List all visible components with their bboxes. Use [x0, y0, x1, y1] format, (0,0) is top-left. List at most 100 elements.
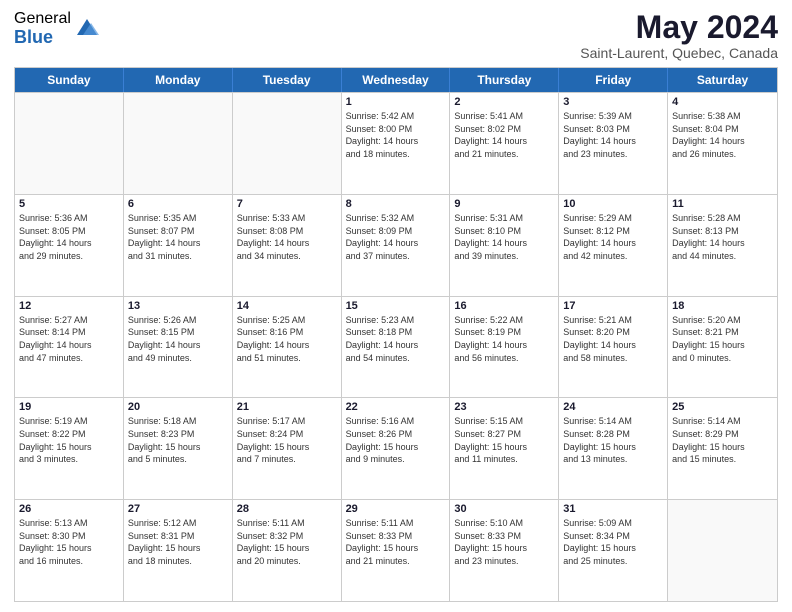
- calendar-week-5: 26Sunrise: 5:13 AM Sunset: 8:30 PM Dayli…: [15, 499, 777, 601]
- cell-sun-info: Sunrise: 5:25 AM Sunset: 8:16 PM Dayligh…: [237, 314, 337, 364]
- cell-day-number: 11: [672, 198, 773, 210]
- cell-sun-info: Sunrise: 5:11 AM Sunset: 8:32 PM Dayligh…: [237, 517, 337, 567]
- cell-day-number: 12: [19, 300, 119, 312]
- calendar-cell: 11 Sunrise: 5:28 AM Sunset: 8:13 PM Dayli…: [668, 195, 777, 296]
- cell-sun-info: Sunrise: 5:22 AM Sunset: 8:19 PM Dayligh…: [454, 314, 554, 364]
- cell-sun-info: Sunrise: 5:20 AM Sunset: 8:21 PM Dayligh…: [672, 314, 773, 364]
- calendar-cell: 20Sunrise: 5:18 AM Sunset: 8:23 PM Dayli…: [124, 398, 233, 499]
- cell-day-number: 9: [454, 198, 554, 210]
- cell-sun-info: Sunrise: 5:19 AM Sunset: 8:22 PM Dayligh…: [19, 415, 119, 465]
- calendar-cell: 27 Sunrise: 5:12 AM Sunset: 8:31 PM Dayli…: [124, 500, 233, 601]
- calendar-cell: 3Sunrise: 5:39 AM Sunset: 8:03 PM Daylig…: [559, 93, 668, 194]
- calendar: SundayMondayTuesdayWednesdayThursdayFrid…: [14, 67, 778, 602]
- calendar-body: 1 Sunrise: 5:42 AM Sunset: 8:00 PM Daylig…: [15, 92, 777, 601]
- calendar-cell: [124, 93, 233, 194]
- cell-sun-info: Sunrise: 5:41 AM Sunset: 8:02 PM Dayligh…: [454, 110, 554, 160]
- calendar-day-header: Tuesday: [233, 68, 342, 92]
- cell-sun-info: Sunrise: 5:27 AM Sunset: 8:14 PM Dayligh…: [19, 314, 119, 364]
- cell-day-number: 6: [128, 198, 228, 210]
- cell-sun-info: Sunrise: 5:28 AM Sunset: 8:13 PM Dayligh…: [672, 212, 773, 262]
- calendar-cell: 4Sunrise: 5:38 AM Sunset: 8:04 PM Daylig…: [668, 93, 777, 194]
- calendar-cell: 8 Sunrise: 5:32 AM Sunset: 8:09 PM Daylig…: [342, 195, 451, 296]
- cell-sun-info: Sunrise: 5:17 AM Sunset: 8:24 PM Dayligh…: [237, 415, 337, 465]
- cell-day-number: 26: [19, 503, 119, 515]
- cell-day-number: 3: [563, 96, 663, 108]
- logo-text: General Blue: [14, 10, 71, 47]
- calendar-cell: 15Sunrise: 5:23 AM Sunset: 8:18 PM Dayli…: [342, 297, 451, 398]
- cell-day-number: 4: [672, 96, 773, 108]
- calendar-cell: 9 Sunrise: 5:31 AM Sunset: 8:10 PM Daylig…: [450, 195, 559, 296]
- cell-day-number: 21: [237, 401, 337, 413]
- calendar-cell: 30Sunrise: 5:10 AM Sunset: 8:33 PM Dayli…: [450, 500, 559, 601]
- cell-day-number: 22: [346, 401, 446, 413]
- calendar-cell: 25 Sunrise: 5:14 AM Sunset: 8:29 PM Dayli…: [668, 398, 777, 499]
- cell-day-number: 7: [237, 198, 337, 210]
- cell-day-number: 17: [563, 300, 663, 312]
- calendar-day-header: Thursday: [450, 68, 559, 92]
- location-subtitle: Saint-Laurent, Quebec, Canada: [580, 45, 778, 61]
- calendar-cell: [668, 500, 777, 601]
- cell-day-number: 8: [346, 198, 446, 210]
- calendar-day-header: Friday: [559, 68, 668, 92]
- cell-day-number: 29: [346, 503, 446, 515]
- cell-day-number: 10: [563, 198, 663, 210]
- cell-sun-info: Sunrise: 5:11 AM Sunset: 8:33 PM Dayligh…: [346, 517, 446, 567]
- calendar-cell: 26Sunrise: 5:13 AM Sunset: 8:30 PM Dayli…: [15, 500, 124, 601]
- cell-sun-info: Sunrise: 5:29 AM Sunset: 8:12 PM Dayligh…: [563, 212, 663, 262]
- cell-day-number: 20: [128, 401, 228, 413]
- cell-sun-info: Sunrise: 5:10 AM Sunset: 8:33 PM Dayligh…: [454, 517, 554, 567]
- calendar-cell: 13 Sunrise: 5:26 AM Sunset: 8:15 PM Dayli…: [124, 297, 233, 398]
- cell-day-number: 2: [454, 96, 554, 108]
- cell-sun-info: Sunrise: 5:32 AM Sunset: 8:09 PM Dayligh…: [346, 212, 446, 262]
- cell-day-number: 1: [346, 96, 446, 108]
- cell-sun-info: Sunrise: 5:23 AM Sunset: 8:18 PM Dayligh…: [346, 314, 446, 364]
- cell-sun-info: Sunrise: 5:14 AM Sunset: 8:29 PM Dayligh…: [672, 415, 773, 465]
- cell-day-number: 16: [454, 300, 554, 312]
- calendar-cell: 2 Sunrise: 5:41 AM Sunset: 8:02 PM Daylig…: [450, 93, 559, 194]
- calendar-cell: 1 Sunrise: 5:42 AM Sunset: 8:00 PM Daylig…: [342, 93, 451, 194]
- calendar-cell: 24 Sunrise: 5:14 AM Sunset: 8:28 PM Dayli…: [559, 398, 668, 499]
- cell-sun-info: Sunrise: 5:26 AM Sunset: 8:15 PM Dayligh…: [128, 314, 228, 364]
- cell-sun-info: Sunrise: 5:15 AM Sunset: 8:27 PM Dayligh…: [454, 415, 554, 465]
- calendar-day-header: Saturday: [668, 68, 777, 92]
- calendar-week-1: 1 Sunrise: 5:42 AM Sunset: 8:00 PM Daylig…: [15, 92, 777, 194]
- cell-day-number: 25: [672, 401, 773, 413]
- cell-sun-info: Sunrise: 5:09 AM Sunset: 8:34 PM Dayligh…: [563, 517, 663, 567]
- calendar-week-2: 5 Sunrise: 5:36 AM Sunset: 8:05 PM Daylig…: [15, 194, 777, 296]
- calendar-cell: 7 Sunrise: 5:33 AM Sunset: 8:08 PM Daylig…: [233, 195, 342, 296]
- cell-day-number: 5: [19, 198, 119, 210]
- calendar-week-4: 19Sunrise: 5:19 AM Sunset: 8:22 PM Dayli…: [15, 397, 777, 499]
- cell-sun-info: Sunrise: 5:35 AM Sunset: 8:07 PM Dayligh…: [128, 212, 228, 262]
- cell-day-number: 31: [563, 503, 663, 515]
- calendar-header-row: SundayMondayTuesdayWednesdayThursdayFrid…: [15, 68, 777, 92]
- calendar-cell: 22 Sunrise: 5:16 AM Sunset: 8:26 PM Dayli…: [342, 398, 451, 499]
- cell-day-number: 24: [563, 401, 663, 413]
- logo-general: General: [14, 10, 71, 28]
- cell-sun-info: Sunrise: 5:14 AM Sunset: 8:28 PM Dayligh…: [563, 415, 663, 465]
- calendar-cell: [233, 93, 342, 194]
- page: General Blue May 2024 Saint-Laurent, Que…: [0, 0, 792, 612]
- cell-sun-info: Sunrise: 5:16 AM Sunset: 8:26 PM Dayligh…: [346, 415, 446, 465]
- calendar-cell: 5 Sunrise: 5:36 AM Sunset: 8:05 PM Daylig…: [15, 195, 124, 296]
- cell-day-number: 27: [128, 503, 228, 515]
- calendar-day-header: Sunday: [15, 68, 124, 92]
- calendar-cell: 18Sunrise: 5:20 AM Sunset: 8:21 PM Dayli…: [668, 297, 777, 398]
- calendar-cell: 23Sunrise: 5:15 AM Sunset: 8:27 PM Dayli…: [450, 398, 559, 499]
- cell-sun-info: Sunrise: 5:36 AM Sunset: 8:05 PM Dayligh…: [19, 212, 119, 262]
- calendar-week-3: 12 Sunrise: 5:27 AM Sunset: 8:14 PM Dayli…: [15, 296, 777, 398]
- cell-day-number: 13: [128, 300, 228, 312]
- cell-sun-info: Sunrise: 5:42 AM Sunset: 8:00 PM Dayligh…: [346, 110, 446, 160]
- calendar-cell: 17Sunrise: 5:21 AM Sunset: 8:20 PM Dayli…: [559, 297, 668, 398]
- calendar-cell: 10 Sunrise: 5:29 AM Sunset: 8:12 PM Dayli…: [559, 195, 668, 296]
- calendar-cell: 14 Sunrise: 5:25 AM Sunset: 8:16 PM Dayli…: [233, 297, 342, 398]
- calendar-cell: 19Sunrise: 5:19 AM Sunset: 8:22 PM Dayli…: [15, 398, 124, 499]
- calendar-cell: 6 Sunrise: 5:35 AM Sunset: 8:07 PM Daylig…: [124, 195, 233, 296]
- cell-sun-info: Sunrise: 5:31 AM Sunset: 8:10 PM Dayligh…: [454, 212, 554, 262]
- calendar-cell: 31 Sunrise: 5:09 AM Sunset: 8:34 PM Dayli…: [559, 500, 668, 601]
- cell-day-number: 14: [237, 300, 337, 312]
- month-year-title: May 2024: [580, 10, 778, 45]
- cell-sun-info: Sunrise: 5:33 AM Sunset: 8:08 PM Dayligh…: [237, 212, 337, 262]
- cell-sun-info: Sunrise: 5:12 AM Sunset: 8:31 PM Dayligh…: [128, 517, 228, 567]
- calendar-cell: 21 Sunrise: 5:17 AM Sunset: 8:24 PM Dayli…: [233, 398, 342, 499]
- calendar-cell: [15, 93, 124, 194]
